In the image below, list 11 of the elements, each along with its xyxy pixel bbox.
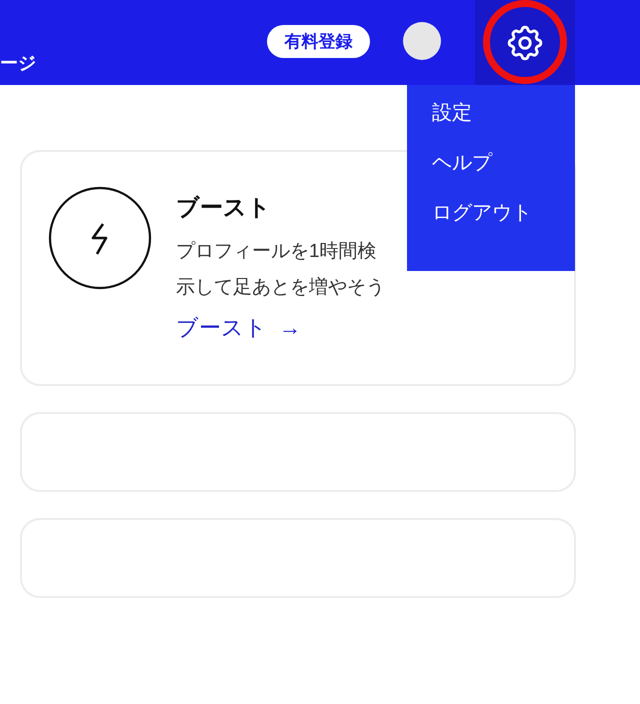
description-line: 示して足あとを増やそう xyxy=(176,276,385,300)
boost-link[interactable]: ブースト → xyxy=(176,310,301,346)
upgrade-button[interactable]: 有料登録 xyxy=(267,25,370,58)
page-title: ージ xyxy=(0,54,36,72)
menu-item[interactable]: 設定 xyxy=(432,99,472,127)
menu-item[interactable]: ヘルプ xyxy=(432,149,492,177)
description-line: プロフィールを1時間検 xyxy=(176,240,377,264)
menu-item[interactable]: ログアウト xyxy=(432,199,532,227)
lightning-icon xyxy=(48,186,152,290)
avatar[interactable] xyxy=(403,22,441,60)
card-title: ブースト xyxy=(176,193,272,222)
